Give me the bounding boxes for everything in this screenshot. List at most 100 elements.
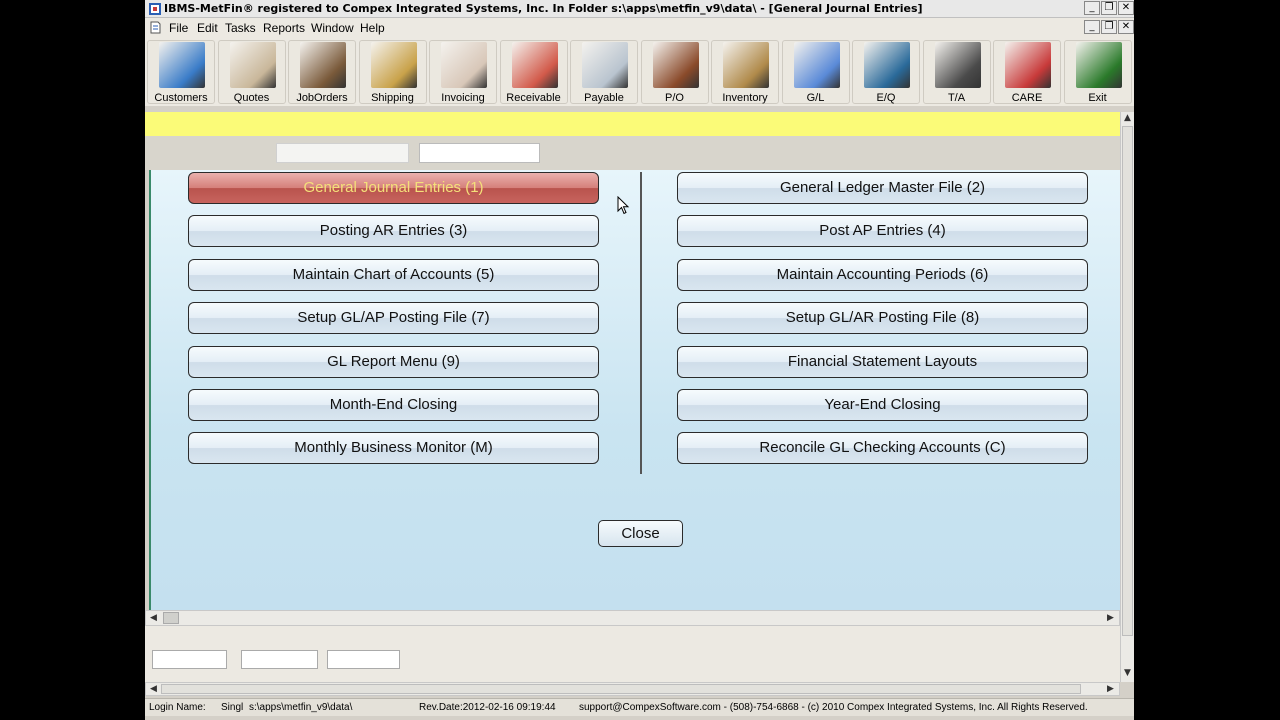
menu-button-gl-report-menu-9[interactable]: GL Report Menu (9): [188, 346, 599, 378]
toolbar-button-quotes[interactable]: Quotes: [217, 40, 286, 104]
toolbar-button-shipping[interactable]: Shipping: [358, 40, 427, 104]
toolbar-label: Shipping: [371, 92, 414, 104]
invoice-icon: [441, 42, 487, 88]
toolbar-button-invoicing[interactable]: Invoicing: [429, 40, 497, 104]
status-login-label: Login Name:: [149, 702, 206, 713]
status-bar: Login Name: Singl s:\apps\metfin_v9\data…: [145, 698, 1134, 716]
toolbar-button-care[interactable]: CARE: [993, 40, 1061, 104]
toolbar-label: Payable: [584, 92, 624, 104]
maximize-button[interactable]: ❐: [1101, 1, 1117, 15]
toolbar-label: Inventory: [722, 92, 768, 104]
menu-button-post-ap-entries-4[interactable]: Post AP Entries (4): [677, 215, 1088, 247]
menu-button-setup-gl-ap-posting-file-7[interactable]: Setup GL/AP Posting File (7): [188, 302, 599, 334]
menu-button-year-end-closing[interactable]: Year-End Closing: [677, 389, 1088, 421]
bottom-panel: [145, 626, 1120, 682]
bottom-field-2[interactable]: [241, 650, 318, 669]
toolbar-label: P/O: [665, 92, 684, 104]
status-support: support@CompexSoftware.com - (508)-754-6…: [579, 702, 1088, 713]
scroll-right-icon[interactable]: ▶: [1107, 613, 1114, 623]
toolbar-button-exit[interactable]: Exit: [1063, 40, 1132, 104]
toolbar-label: Exit: [1088, 92, 1107, 104]
toolbar-button-g-l[interactable]: G/L: [781, 40, 850, 104]
toolbar-button-p-o[interactable]: P/O: [640, 40, 709, 104]
toolbar-label: Invoicing: [441, 92, 485, 104]
mdi-restore-button[interactable]: ❐: [1101, 20, 1117, 34]
window-title: IBMS-MetFin® registered to Compex Integr…: [164, 2, 923, 15]
mdi-close-button[interactable]: ✕: [1118, 20, 1134, 34]
filter-field-1[interactable]: [276, 143, 409, 163]
toolbar-label: JobOrders: [296, 92, 348, 104]
menu-button-reconcile-gl-checking-accounts-c[interactable]: Reconcile GL Checking Accounts (C): [677, 432, 1088, 464]
toolbar-button-t-a[interactable]: T/A: [922, 40, 991, 104]
toolbar-label: Receivable: [506, 92, 561, 104]
minimize-button[interactable]: _: [1084, 1, 1100, 15]
exit-sign-icon: [1075, 42, 1122, 88]
scroll-down-icon[interactable]: ▼: [1124, 668, 1131, 678]
signing-pen-icon: [582, 42, 628, 88]
toolbar-label: G/L: [806, 92, 825, 104]
menu-button-setup-gl-ar-posting-file-8[interactable]: Setup GL/AR Posting File (8): [677, 302, 1088, 334]
menu-button-maintain-chart-of-accounts-5[interactable]: Maintain Chart of Accounts (5): [188, 259, 599, 291]
title-bar: IBMS-MetFin® registered to Compex Integr…: [145, 0, 1134, 18]
bottom-scroll-right-icon[interactable]: ▶: [1107, 684, 1114, 694]
clipboard-icon: [1005, 42, 1051, 88]
menu-reports[interactable]: Reports: [263, 21, 305, 35]
toolbar-button-receivable[interactable]: Receivable: [499, 40, 568, 104]
vertical-scroll-thumb[interactable]: [1122, 126, 1133, 636]
gl-menu-panel: Close General Journal Entries (1) Posting…: [149, 170, 1120, 610]
menu-button-monthly-business-monitor-m[interactable]: Monthly Business Monitor (M): [188, 432, 599, 464]
toolbar-label: E/Q: [876, 92, 896, 104]
mouse-cursor-icon: [617, 196, 630, 215]
toolbar-button-payable[interactable]: Payable: [570, 40, 638, 104]
filter-row: [145, 136, 1120, 170]
menu-tasks[interactable]: Tasks: [225, 21, 256, 35]
calculator-icon: [229, 42, 276, 88]
toolbar-button-customers[interactable]: Customers: [147, 40, 215, 104]
handshake-icon: [159, 42, 205, 88]
toolbar-button-inventory[interactable]: Inventory: [711, 40, 779, 104]
menu-bar: File Edit Tasks Reports Window Help _ ❐ …: [145, 18, 1134, 38]
menu-button-general-journal-entries-1[interactable]: General Journal Entries (1): [188, 172, 599, 204]
menu-button-general-ledger-master-file-2[interactable]: General Ledger Master File (2): [677, 172, 1088, 204]
scroll-thumb[interactable]: [163, 612, 179, 624]
menu-edit[interactable]: Edit: [197, 21, 218, 35]
menu-file[interactable]: File: [169, 21, 188, 35]
bottom-field-3[interactable]: [327, 650, 400, 669]
scroll-up-icon[interactable]: ▲: [1124, 113, 1131, 123]
close-window-button[interactable]: ✕: [1118, 1, 1134, 15]
vertical-scrollbar[interactable]: ▲ ▼: [1120, 112, 1134, 682]
horizontal-scrollbar[interactable]: ◀ ▶: [145, 610, 1120, 626]
column-divider: [640, 172, 642, 474]
bottom-horizontal-scrollbar[interactable]: ◀ ▶: [145, 682, 1120, 696]
bottom-scroll-thumb[interactable]: [161, 684, 1081, 694]
toolbar-label: CARE: [1011, 92, 1043, 104]
application-window: IBMS-MetFin® registered to Compex Integr…: [145, 0, 1134, 720]
close-button[interactable]: Close: [598, 520, 683, 547]
main-toolbar: Customers Quotes JobOrders Shipping Invoicin…: [145, 38, 1134, 106]
menu-button-month-end-closing[interactable]: Month-End Closing: [188, 389, 599, 421]
filter-field-2[interactable]: [419, 143, 540, 163]
toolbar-label: Quotes: [233, 92, 270, 104]
warehouse-worker-icon: [652, 42, 699, 88]
ledger-icon: [793, 42, 840, 88]
package-icon: [370, 42, 417, 88]
menu-window[interactable]: Window: [311, 21, 354, 35]
menu-button-financial-statement-layouts[interactable]: Financial Statement Layouts: [677, 346, 1088, 378]
status-folder: s:\apps\metfin_v9\data\: [249, 702, 353, 713]
scroll-left-icon[interactable]: ◀: [150, 613, 157, 623]
bottom-field-1[interactable]: [152, 650, 227, 669]
toolbar-label: T/A: [947, 92, 966, 104]
menu-button-posting-ar-entries-3[interactable]: Posting AR Entries (3): [188, 215, 599, 247]
status-revdate: Rev.Date:2012-02-16 09:19:44: [419, 702, 556, 713]
toolbar-button-joborders[interactable]: JobOrders: [288, 40, 356, 104]
menu-button-maintain-accounting-periods-6[interactable]: Maintain Accounting Periods (6): [677, 259, 1088, 291]
toolbar-label: Customers: [154, 92, 208, 104]
status-user: Singl: [221, 702, 244, 713]
time-clock-icon: [934, 42, 981, 88]
bottom-scroll-left-icon[interactable]: ◀: [150, 684, 157, 694]
machine-icon: [864, 42, 910, 88]
menu-help[interactable]: Help: [360, 21, 385, 35]
toolbar-button-e-q[interactable]: E/Q: [852, 40, 920, 104]
mdi-minimize-button[interactable]: _: [1084, 20, 1100, 34]
warehouse-shelves-icon: [723, 42, 769, 88]
